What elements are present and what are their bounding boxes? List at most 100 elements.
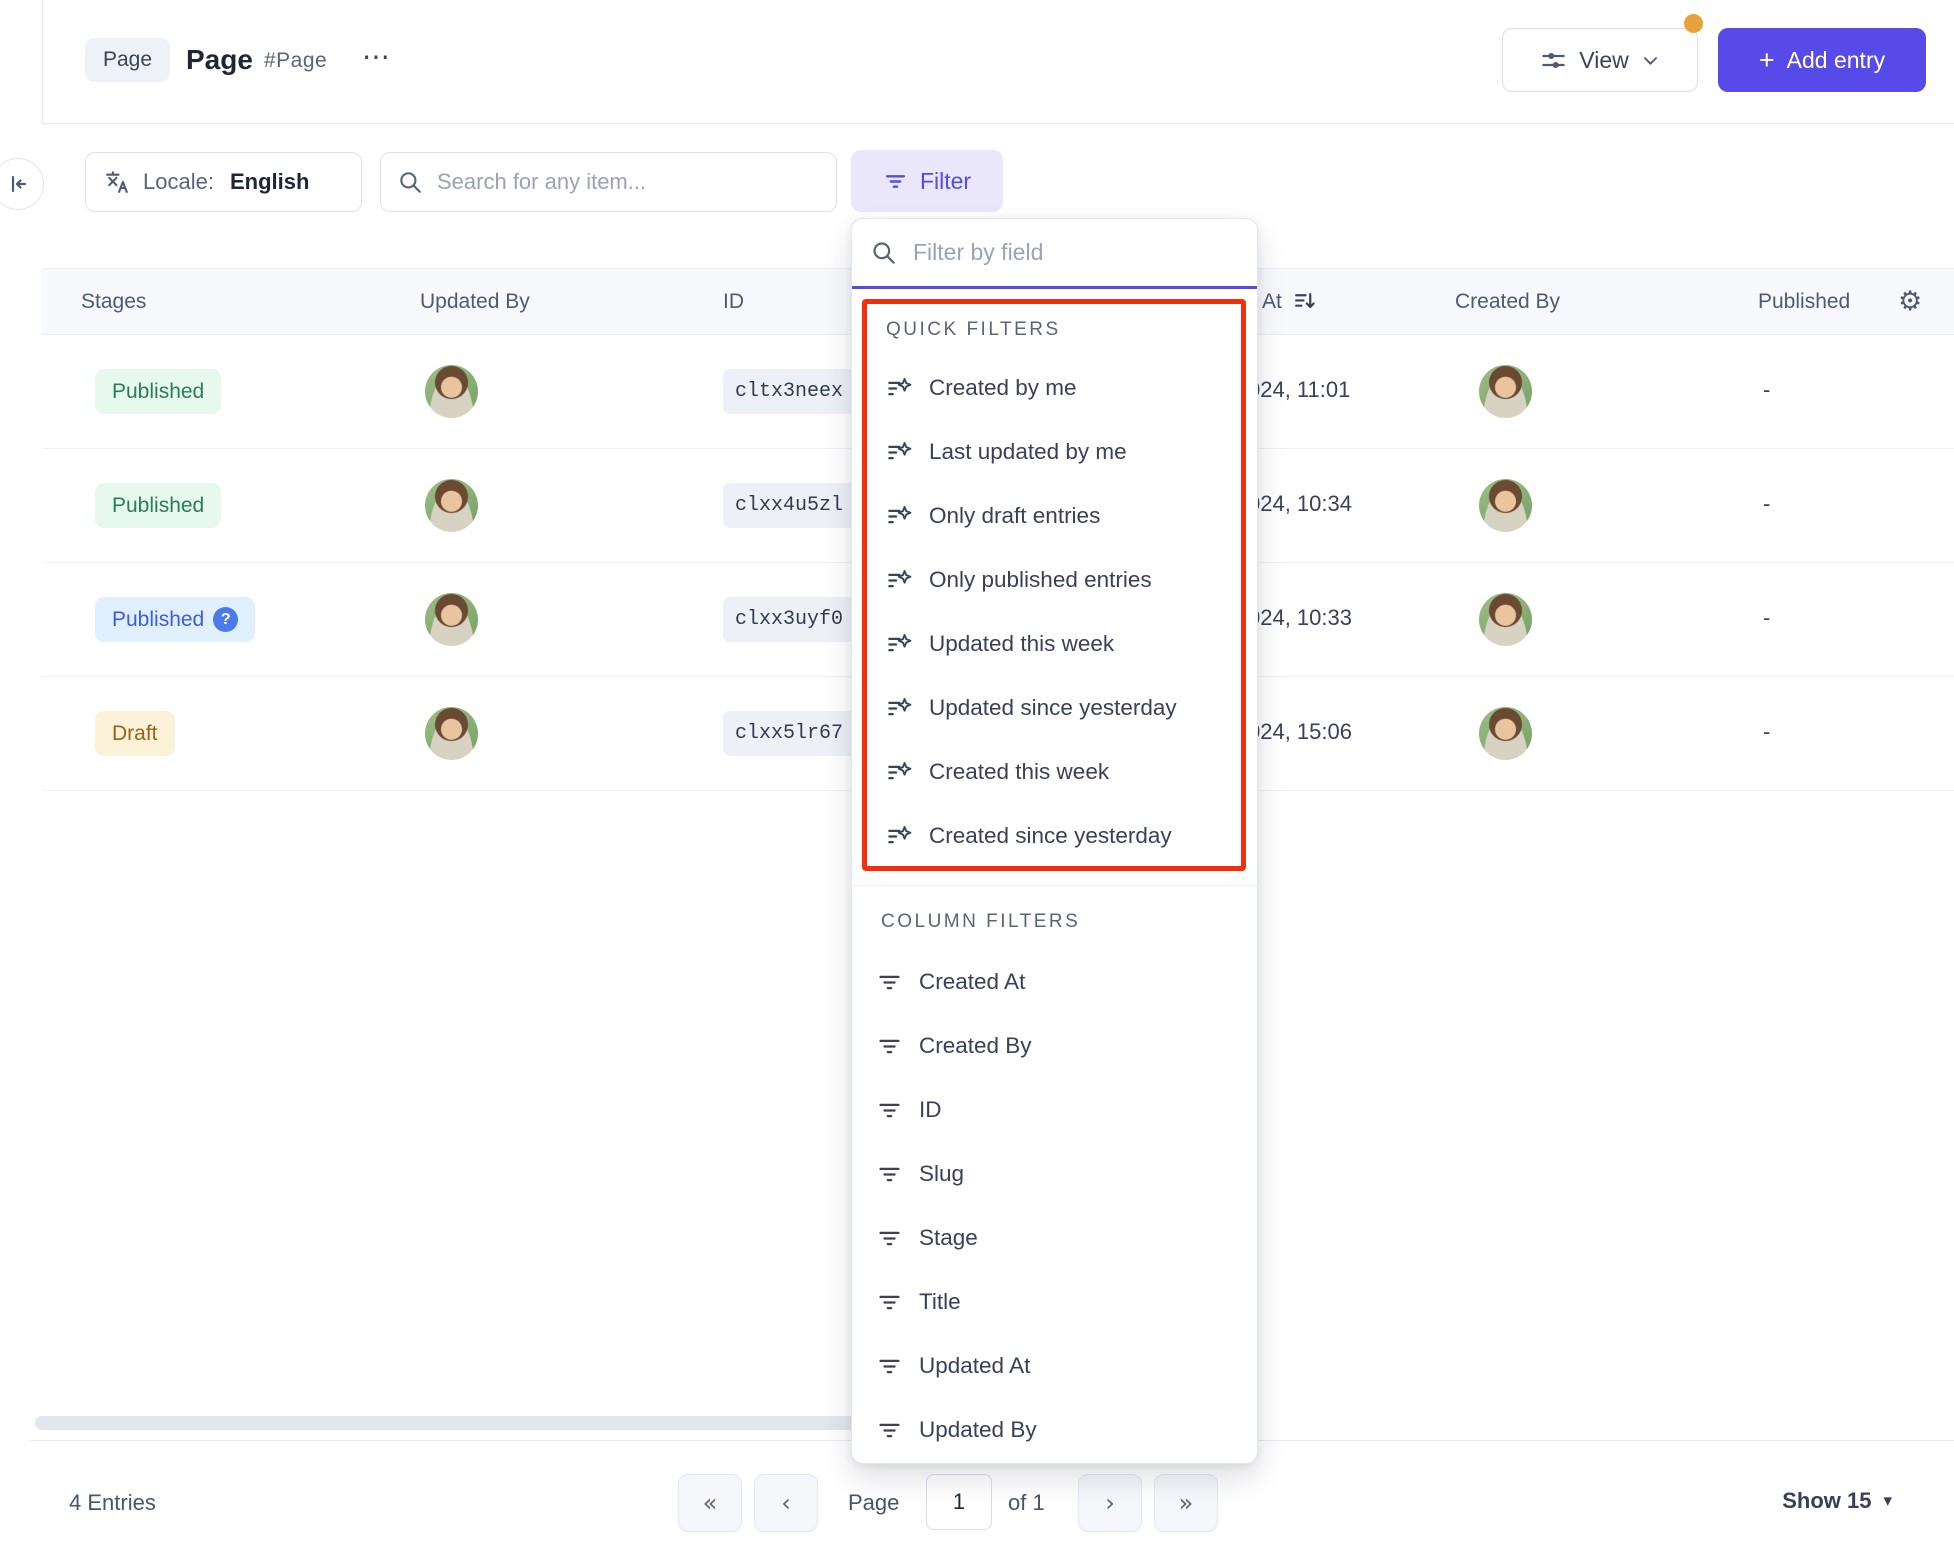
page-count-label: of 1	[1008, 1490, 1045, 1515]
collapse-sidebar-button[interactable]	[0, 158, 44, 210]
filter-dropdown: QUICK FILTERS Created by me Last updated…	[851, 218, 1258, 1464]
column-header-updated-by[interactable]: Updated By	[420, 269, 530, 334]
locale-selector[interactable]: Locale: English	[85, 152, 362, 212]
entry-id-chip: clxx5lr67	[723, 711, 856, 756]
translate-icon	[104, 169, 131, 196]
updated-at-cell: 024, 15:06	[1248, 719, 1352, 744]
collapse-icon	[6, 172, 30, 196]
search-icon	[397, 169, 423, 195]
panel-divider	[852, 885, 1257, 886]
stage-label: Published	[112, 607, 205, 631]
quick-filter-item[interactable]: Updated since yesterday	[867, 676, 1241, 740]
quick-filter-label: Updated since yesterday	[929, 695, 1177, 720]
entry-id-chip: clxx3uyf0	[723, 597, 856, 642]
stage-label: Draft	[112, 721, 158, 745]
page-label: Page	[848, 1490, 900, 1515]
filter-icon	[876, 1289, 903, 1316]
column-filter-label: Created By	[919, 1033, 1032, 1058]
quick-filter-label: Only draft entries	[929, 503, 1101, 528]
column-filter-item[interactable]: ID	[857, 1078, 1257, 1142]
published-cell: -	[1763, 491, 1771, 516]
more-options-icon[interactable]: ⋯	[362, 40, 390, 73]
sort-descending-icon	[1292, 289, 1317, 314]
entry-id-chip: clxx4u5zl	[723, 483, 856, 528]
published-cell: -	[1763, 605, 1771, 630]
stage-label: Published	[112, 493, 205, 517]
search-icon	[870, 239, 897, 266]
column-filters-title: COLUMN FILTERS	[881, 911, 1081, 932]
view-button[interactable]: View	[1502, 28, 1698, 92]
filter-icon	[876, 1417, 903, 1444]
column-filter-item[interactable]: Title	[857, 1270, 1257, 1334]
page-size-label: Show 15	[1782, 1488, 1872, 1513]
quick-filters-title: QUICK FILTERS	[886, 319, 1061, 340]
column-filter-item[interactable]: Created By	[857, 1014, 1257, 1078]
column-header-updated-at[interactable]: At	[1262, 269, 1317, 334]
filter-icon	[876, 1097, 903, 1124]
filter-button-label: Filter	[919, 167, 972, 194]
quick-filter-label: Created this week	[929, 759, 1110, 784]
column-header-created-by[interactable]: Created By	[1455, 269, 1560, 334]
quick-filter-item[interactable]: Updated this week	[867, 612, 1241, 676]
view-notification-dot	[1684, 14, 1703, 33]
search-bar	[380, 152, 837, 212]
column-filter-label: Updated By	[919, 1417, 1037, 1442]
quick-filters-list: Created by me Last updated by me Only dr…	[867, 356, 1241, 868]
updated-by-avatar	[425, 707, 478, 760]
column-filter-item[interactable]: Updated By	[857, 1398, 1257, 1462]
previous-page-button[interactable]: ‹	[754, 1474, 818, 1532]
quick-filter-item[interactable]: Only draft entries	[867, 484, 1241, 548]
filter-icon	[876, 1225, 903, 1252]
page-number-input[interactable]	[926, 1474, 992, 1530]
filter-sparkle-icon	[886, 375, 913, 402]
column-header-id[interactable]: ID	[723, 269, 744, 334]
quick-filter-item[interactable]: Created since yesterday	[867, 804, 1241, 868]
column-filters-list: Created At Created By ID Slug Stage Titl…	[857, 950, 1257, 1462]
locale-value: English	[229, 169, 310, 194]
column-filter-item[interactable]: Updated At	[857, 1334, 1257, 1398]
filter-sparkle-icon	[886, 695, 913, 722]
last-page-button[interactable]: »	[1154, 1474, 1218, 1532]
published-cell: -	[1763, 377, 1771, 402]
quick-filter-item[interactable]: Only published entries	[867, 548, 1241, 612]
stage-badge: Published ?	[95, 369, 222, 414]
column-filter-item[interactable]: Created At	[857, 950, 1257, 1014]
stage-badge: Published ?	[95, 597, 256, 642]
updated-at-cell: 024, 11:01	[1248, 377, 1351, 402]
first-page-button[interactable]: «	[678, 1474, 742, 1532]
page-size-selector[interactable]: Show 15 ▾	[1782, 1488, 1892, 1514]
filter-button[interactable]: Filter	[851, 150, 1003, 212]
table-settings-gear-icon[interactable]: ⚙	[1898, 269, 1922, 334]
quick-filter-item[interactable]: Created by me	[867, 356, 1241, 420]
quick-filter-label: Created by me	[929, 375, 1077, 400]
updated-at-cell: 024, 10:34	[1248, 491, 1352, 516]
column-filter-label: Stage	[919, 1225, 978, 1250]
created-by-avatar	[1479, 479, 1532, 532]
column-filter-item[interactable]: Slug	[857, 1142, 1257, 1206]
next-page-button[interactable]: ›	[1078, 1474, 1142, 1532]
filter-field-input[interactable]	[911, 238, 1239, 267]
filter-icon	[876, 1161, 903, 1188]
add-entry-button[interactable]: + Add entry	[1718, 28, 1926, 92]
column-header-stages[interactable]: Stages	[81, 269, 146, 334]
column-header-published[interactable]: Published	[1758, 269, 1860, 334]
chevron-down-icon	[1641, 51, 1660, 70]
page-title: Page	[186, 44, 253, 75]
plus-icon: +	[1758, 44, 1775, 75]
column-filter-item[interactable]: Stage	[857, 1206, 1257, 1270]
quick-filter-label: Created since yesterday	[929, 823, 1172, 848]
filter-sparkle-icon	[886, 567, 913, 594]
header-divider	[42, 123, 1954, 124]
entries-count: 4 Entries	[69, 1490, 156, 1515]
search-input[interactable]	[435, 168, 820, 196]
filter-sparkle-icon	[886, 823, 913, 850]
updated-by-avatar	[425, 479, 478, 532]
column-filter-label: Updated At	[919, 1353, 1031, 1378]
add-entry-label: Add entry	[1786, 46, 1886, 73]
quick-filter-item[interactable]: Last updated by me	[867, 420, 1241, 484]
filter-icon	[876, 969, 903, 996]
quick-filter-item[interactable]: Created this week	[867, 740, 1241, 804]
created-by-avatar	[1479, 707, 1532, 760]
quick-filters-highlight: QUICK FILTERS Created by me Last updated…	[862, 299, 1246, 871]
quick-filter-label: Last updated by me	[929, 439, 1127, 464]
